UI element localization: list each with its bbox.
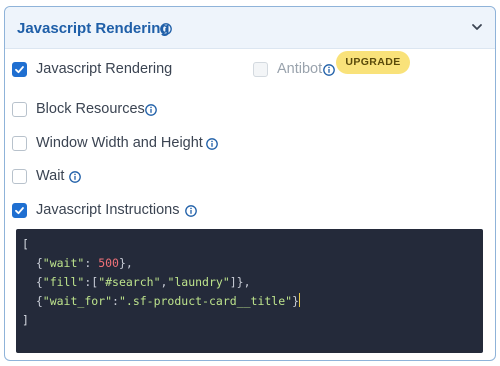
code-line: {"wait_for":".sf-product-card__title"} <box>22 293 300 308</box>
info-icon[interactable] <box>185 204 197 217</box>
text-cursor <box>299 293 300 307</box>
js-instructions-editor[interactable]: [ {"wait": 500}, {"fill":["#search","lau… <box>16 229 483 353</box>
code-line: ] <box>22 313 29 327</box>
upgrade-badge[interactable]: UPGRADE <box>336 51 410 74</box>
code-line: [ <box>22 237 29 251</box>
info-icon[interactable] <box>206 137 218 150</box>
info-icon[interactable] <box>69 170 81 183</box>
chevron-down-icon[interactable] <box>469 19 485 35</box>
panel-title: Javascript Rendering <box>17 20 170 37</box>
code-line: {"wait": 500}, <box>22 256 133 270</box>
js-instructions-checkbox[interactable] <box>12 203 27 218</box>
wait-label: Wait <box>36 168 65 184</box>
info-icon[interactable] <box>160 22 172 40</box>
panel-header[interactable]: Javascript Rendering <box>5 7 495 49</box>
antibot-label: Antibot <box>277 61 323 77</box>
window-size-label: Window Width and Height <box>36 135 203 151</box>
js-instructions-label: Javascript Instructions <box>36 202 180 218</box>
wait-checkbox[interactable] <box>12 169 27 184</box>
block-resources-checkbox[interactable] <box>12 102 27 117</box>
js-rendering-label: Javascript Rendering <box>36 61 173 77</box>
code-line: {"fill":["#search","laundry"]}, <box>22 275 251 289</box>
info-icon[interactable] <box>145 103 157 116</box>
js-rendering-checkbox[interactable] <box>12 62 27 77</box>
antibot-checkbox <box>253 62 268 77</box>
info-icon[interactable] <box>323 63 335 76</box>
block-resources-label: Block Resources <box>36 101 145 117</box>
window-size-checkbox[interactable] <box>12 136 27 151</box>
